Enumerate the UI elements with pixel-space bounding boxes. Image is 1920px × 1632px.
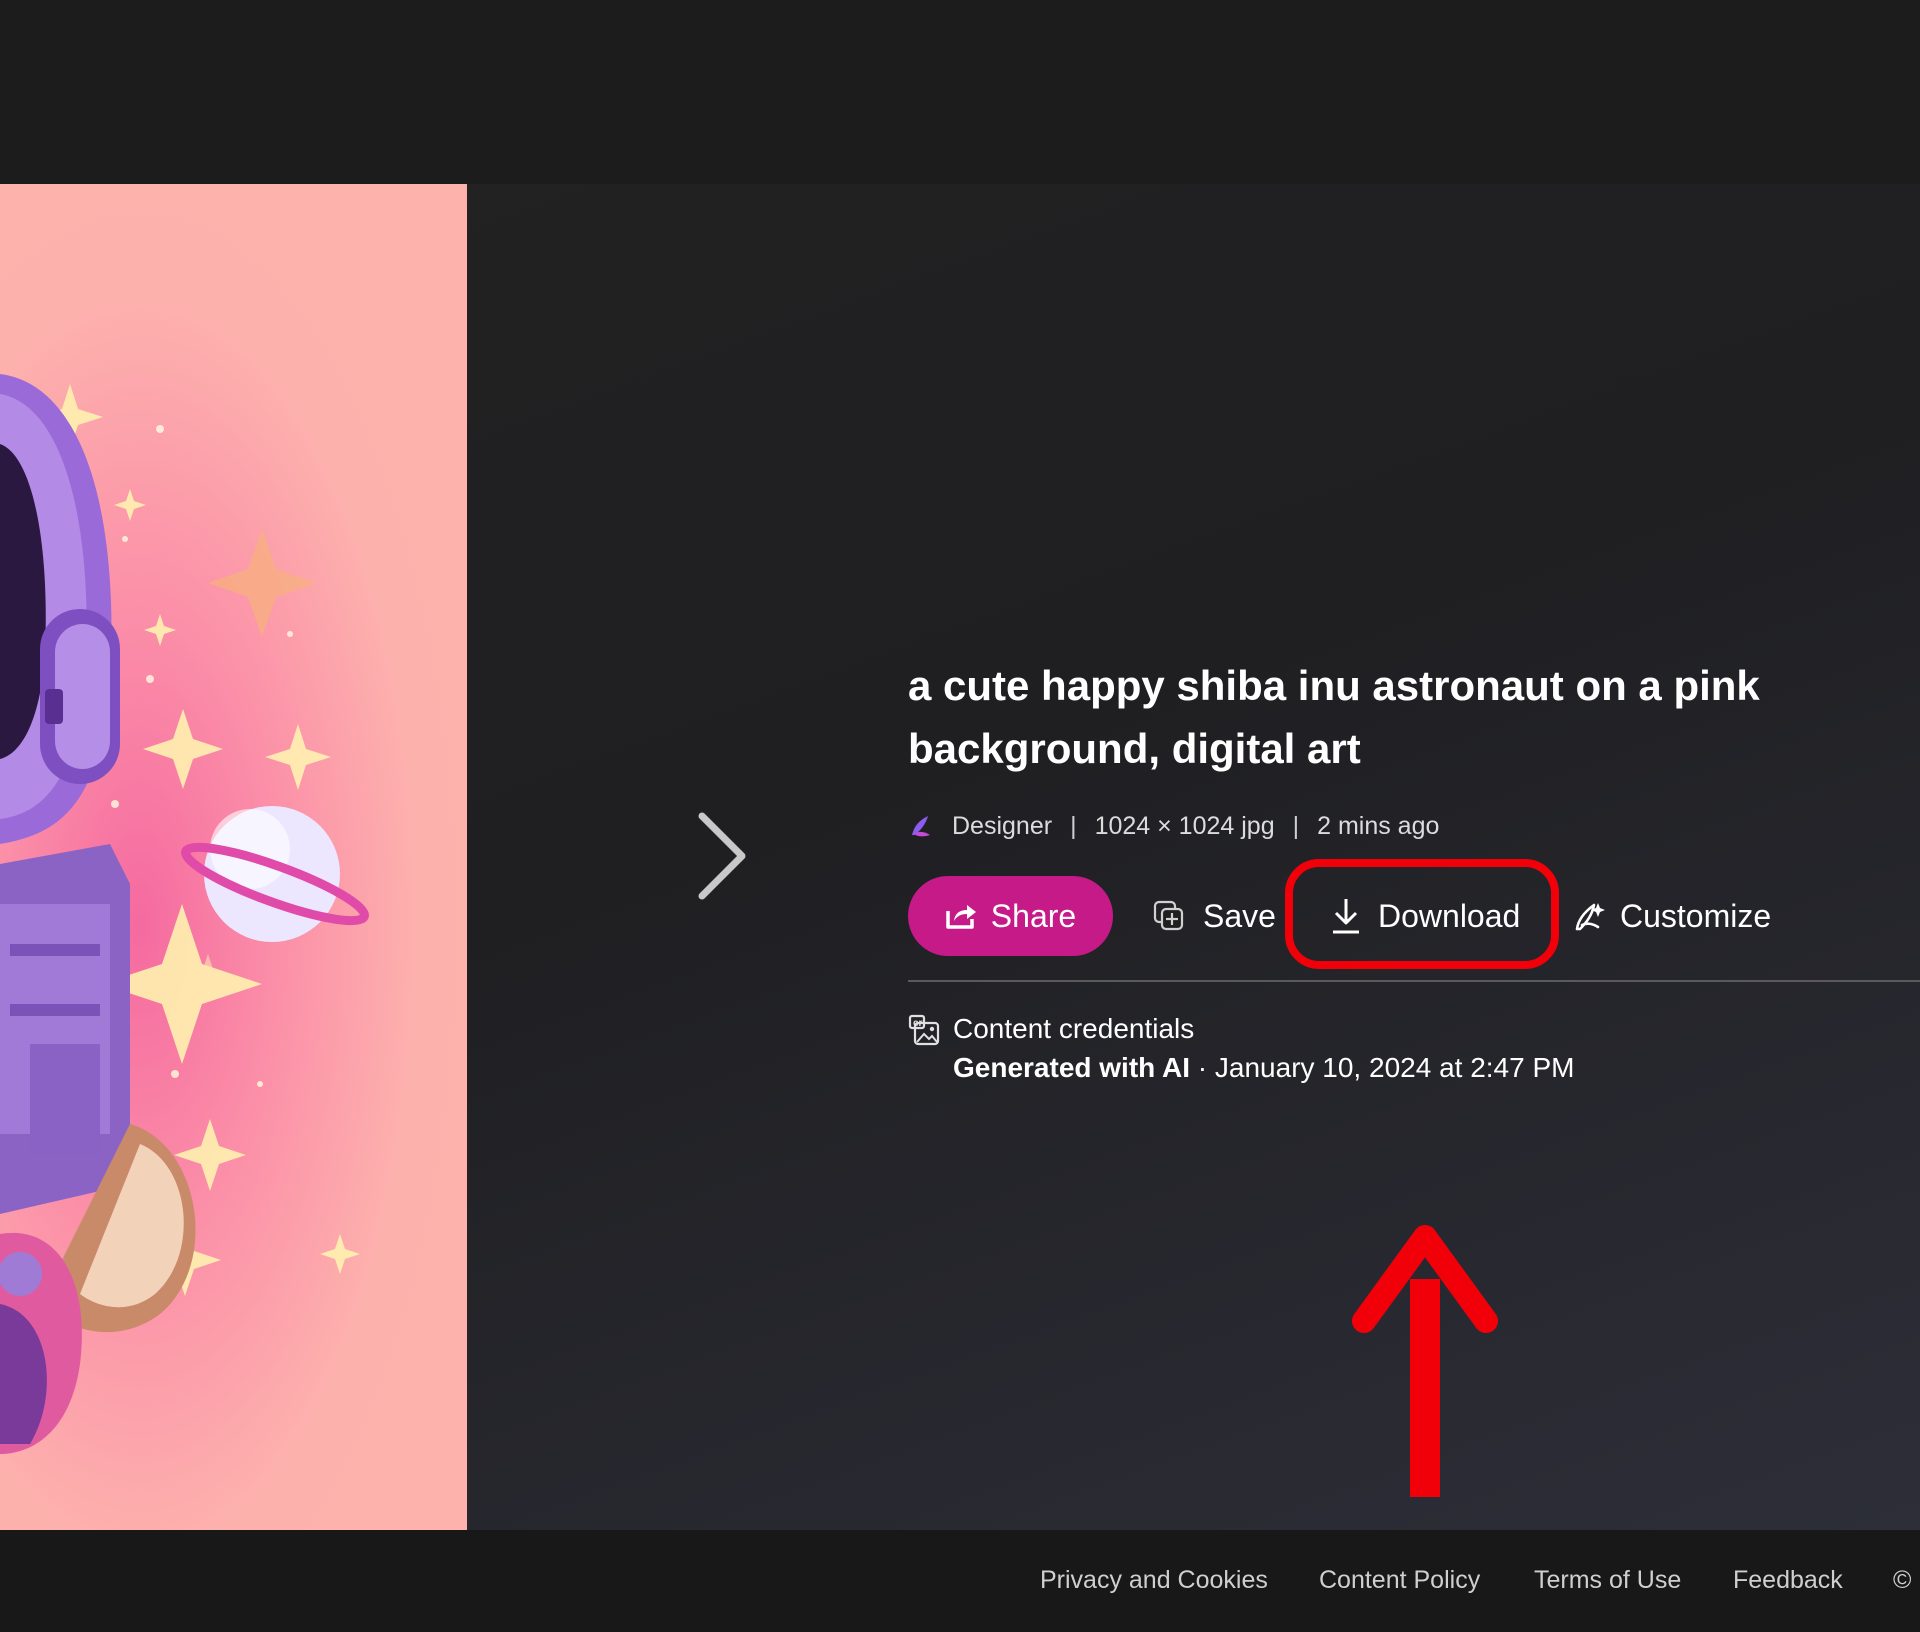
collection-add-icon (1153, 900, 1184, 931)
footer-copyright: © (1893, 1566, 1912, 1594)
content-credentials: cr Content credentials Generated with AI… (908, 1010, 1920, 1088)
credentials-heading[interactable]: Content credentials (953, 1010, 1920, 1048)
footer-link-content-policy[interactable]: Content Policy (1319, 1566, 1480, 1595)
generated-image-preview[interactable] (0, 184, 467, 1530)
image-detail-page: a cute happy shiba inu astronaut on a pi… (0, 0, 1920, 1632)
footer: Privacy and Cookies Content Policy Terms… (0, 1530, 1920, 1632)
footer-link-privacy[interactable]: Privacy and Cookies (1040, 1566, 1268, 1595)
designer-label[interactable]: Designer (952, 812, 1052, 841)
share-icon (946, 905, 976, 929)
brush-icon (1575, 903, 1605, 931)
image-title: a cute happy shiba inu astronaut on a pi… (908, 662, 1760, 772)
save-label: Save (1203, 897, 1276, 934)
meta-separator: | (1292, 811, 1300, 840)
action-bar: Share Save Download Customize (908, 859, 1920, 969)
customize-button[interactable]: Customize (1572, 876, 1771, 956)
image-meta: Designer | 1024 × 1024 jpg | 2 mins ago (908, 808, 1920, 844)
footer-link-terms[interactable]: Terms of Use (1534, 1566, 1681, 1595)
content-credentials-icon: cr (908, 1014, 940, 1046)
share-label: Share (990, 897, 1077, 934)
image-dimensions: 1024 × 1024 jpg (1094, 811, 1275, 840)
image-info-panel: a cute happy shiba inu astronaut on a pi… (908, 654, 1920, 1088)
credentials-detail: Generated with AI · January 10, 2024 at … (953, 1048, 1920, 1088)
top-bar (0, 0, 1920, 184)
divider (908, 980, 1920, 982)
customize-label: Customize (1620, 897, 1772, 934)
share-button[interactable]: Share (908, 876, 1113, 956)
download-label: Download (1378, 897, 1521, 934)
footer-link-feedback[interactable]: Feedback (1733, 1566, 1843, 1595)
annotation-arrow-icon (1352, 1225, 1498, 1497)
chevron-right-icon[interactable] (690, 806, 750, 906)
save-button[interactable]: Save (1153, 876, 1276, 956)
designer-icon (912, 816, 930, 837)
astronaut-illustration (0, 374, 369, 1454)
download-icon (1333, 899, 1359, 934)
generation-date: · January 10, 2024 at 2:47 PM (1190, 1052, 1575, 1083)
download-button[interactable]: Download (1330, 876, 1520, 956)
meta-separator: | (1070, 811, 1077, 840)
image-viewer: a cute happy shiba inu astronaut on a pi… (0, 184, 1920, 1530)
image-timestamp: 2 mins ago (1317, 811, 1440, 840)
generated-with-ai-label: Generated with AI (953, 1052, 1191, 1083)
